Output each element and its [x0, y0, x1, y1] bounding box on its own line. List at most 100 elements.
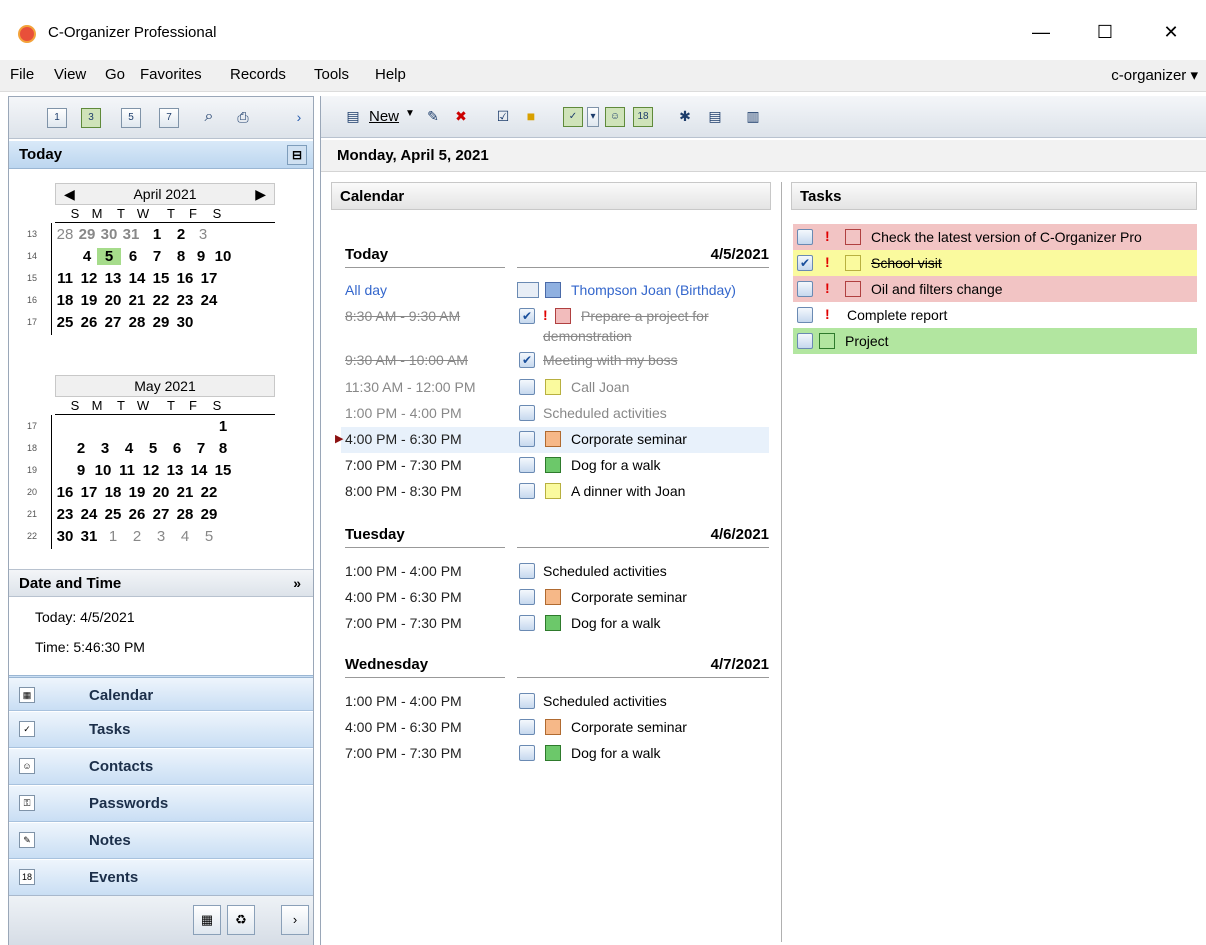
nav-expand-icon[interactable]: ›	[281, 905, 309, 935]
task-dropdown-icon[interactable]: ▾	[587, 107, 599, 127]
calendar-day[interactable]: 27	[101, 314, 125, 331]
calendar-day[interactable]: 5	[197, 528, 221, 545]
calendar-day[interactable]: 14	[125, 270, 149, 287]
event-title[interactable]: Meeting with my boss	[543, 352, 678, 368]
calendar-day[interactable]: 3	[149, 528, 173, 545]
calendar-day[interactable]: 6	[121, 248, 145, 265]
calendar-day[interactable]: 28	[53, 226, 77, 243]
maximize-button[interactable]: ☐	[1082, 14, 1128, 50]
event-title[interactable]: Scheduled activities	[543, 405, 667, 421]
nav-tasks[interactable]: ✓ Tasks	[9, 712, 313, 748]
date-time-header[interactable]: Date and Time »	[9, 569, 313, 597]
prev-month-icon[interactable]: ◀	[64, 184, 75, 204]
event-checkbox[interactable]	[519, 615, 535, 631]
calendar-day[interactable]: 15	[149, 270, 173, 287]
event-title[interactable]: Prepare a project for	[581, 308, 709, 324]
calendar-day[interactable]: 19	[77, 292, 101, 309]
calendar-day[interactable]: 13	[101, 270, 125, 287]
calendar-day[interactable]: 16	[173, 270, 197, 287]
calendar-day[interactable]: 22	[197, 484, 221, 501]
mark-complete-icon[interactable]: ☑	[493, 107, 513, 127]
calendar-day[interactable]: 14	[187, 462, 211, 479]
new-dropdown-icon[interactable]: ▼	[405, 108, 415, 119]
event-title[interactable]: Corporate seminar	[571, 589, 687, 605]
calendar-day[interactable]: 22	[149, 292, 173, 309]
calendar-day[interactable]: 29	[75, 226, 99, 243]
calendar-day[interactable]: 30	[97, 226, 121, 243]
reminder-icon[interactable]: ✱	[675, 107, 695, 127]
event-title[interactable]: Corporate seminar	[571, 431, 687, 447]
event-title[interactable]: Dog for a walk	[571, 615, 660, 631]
task-row[interactable]: Project	[793, 328, 1197, 354]
task-row[interactable]: ✔ ! School visit	[793, 250, 1197, 276]
close-button[interactable]: ✕	[1148, 14, 1194, 50]
calendar-day[interactable]: 11	[115, 462, 139, 479]
event-title[interactable]: Thompson Joan (Birthday)	[571, 282, 736, 298]
event-checkbox[interactable]	[519, 563, 535, 579]
menu-go[interactable]: Go	[105, 66, 125, 83]
calendar-day[interactable]: 24	[77, 506, 101, 523]
calendar-day[interactable]: 1	[101, 528, 125, 545]
week-view-icon[interactable]: 7	[159, 108, 179, 128]
task-checkbox[interactable]	[797, 229, 813, 245]
menu-help[interactable]: Help	[375, 66, 406, 83]
calendar-day[interactable]: 13	[163, 462, 187, 479]
search-icon[interactable]: ⌕	[199, 108, 219, 128]
calendar-day[interactable]: 3	[93, 440, 117, 457]
calendar-day-today[interactable]: 5	[97, 248, 121, 265]
event-title[interactable]: Dog for a walk	[571, 745, 660, 761]
calendar-day[interactable]: 10	[211, 248, 235, 265]
delete-icon[interactable]: ✖	[451, 107, 471, 127]
task-row[interactable]: ! Complete report	[793, 302, 1197, 328]
nav-calendar[interactable]: ▦ Calendar	[9, 675, 313, 711]
calendar-day[interactable]: 30	[53, 528, 77, 545]
calendar-day[interactable]: 15	[211, 462, 235, 479]
event-checkbox[interactable]	[519, 719, 535, 735]
layout-icon[interactable]: ▥	[743, 107, 763, 127]
calendar-day[interactable]: 11	[53, 270, 77, 287]
task-checkbox[interactable]	[797, 281, 813, 297]
calendar-day[interactable]: 24	[197, 292, 221, 309]
calendar-day[interactable]: 28	[173, 506, 197, 523]
calendar-day[interactable]: 25	[53, 314, 77, 331]
calendar-day[interactable]: 4	[75, 248, 99, 265]
calendar-day[interactable]: 6	[165, 440, 189, 457]
event-checkbox[interactable]: ✔	[519, 308, 535, 324]
calendar-day[interactable]: 2	[69, 440, 93, 457]
calendar-day[interactable]: 9	[189, 248, 213, 265]
calendar-day[interactable]: 29	[197, 506, 221, 523]
nav-notes[interactable]: ✎ Notes	[9, 823, 313, 859]
event-checkbox[interactable]	[519, 431, 535, 447]
organizer-dropdown[interactable]: c-organizer ▾	[1111, 66, 1198, 84]
calendar-day[interactable]: 7	[189, 440, 213, 457]
calendar-day[interactable]: 17	[77, 484, 101, 501]
task-checkbox[interactable]: ✔	[797, 255, 813, 271]
event-checkbox[interactable]	[519, 693, 535, 709]
event-checkbox[interactable]	[519, 379, 535, 395]
event-view-icon[interactable]: 18	[633, 107, 653, 127]
calendar-day[interactable]: 8	[211, 440, 235, 457]
event-title[interactable]: Dog for a walk	[571, 457, 660, 473]
nav-events[interactable]: 18 Events	[9, 860, 313, 896]
calendar-day[interactable]: 17	[197, 270, 221, 287]
collapse-chevron-icon[interactable]: »	[293, 575, 301, 591]
menu-tools[interactable]: Tools	[314, 66, 349, 83]
event-checkbox[interactable]	[519, 589, 535, 605]
event-checkbox[interactable]	[519, 405, 535, 421]
task-checkbox[interactable]	[797, 333, 813, 349]
note-icon[interactable]: ■	[521, 107, 541, 127]
event-checkbox[interactable]	[519, 745, 535, 761]
calendar-day[interactable]: 21	[173, 484, 197, 501]
calendar-day[interactable]: 30	[173, 314, 197, 331]
calendar-day[interactable]: 29	[149, 314, 173, 331]
calendar-day[interactable]: 9	[69, 462, 93, 479]
calendar-day[interactable]: 2	[125, 528, 149, 545]
menu-view[interactable]: View	[54, 66, 86, 83]
work-week-view-icon[interactable]: 5	[121, 108, 141, 128]
calendar-day[interactable]: 18	[101, 484, 125, 501]
event-title[interactable]: A dinner with Joan	[571, 483, 685, 499]
event-checkbox[interactable]: ✔	[519, 352, 535, 368]
event-checkbox[interactable]	[519, 457, 535, 473]
menu-favorites[interactable]: Favorites	[140, 66, 202, 83]
event-title-continued[interactable]: demonstration	[543, 328, 632, 344]
